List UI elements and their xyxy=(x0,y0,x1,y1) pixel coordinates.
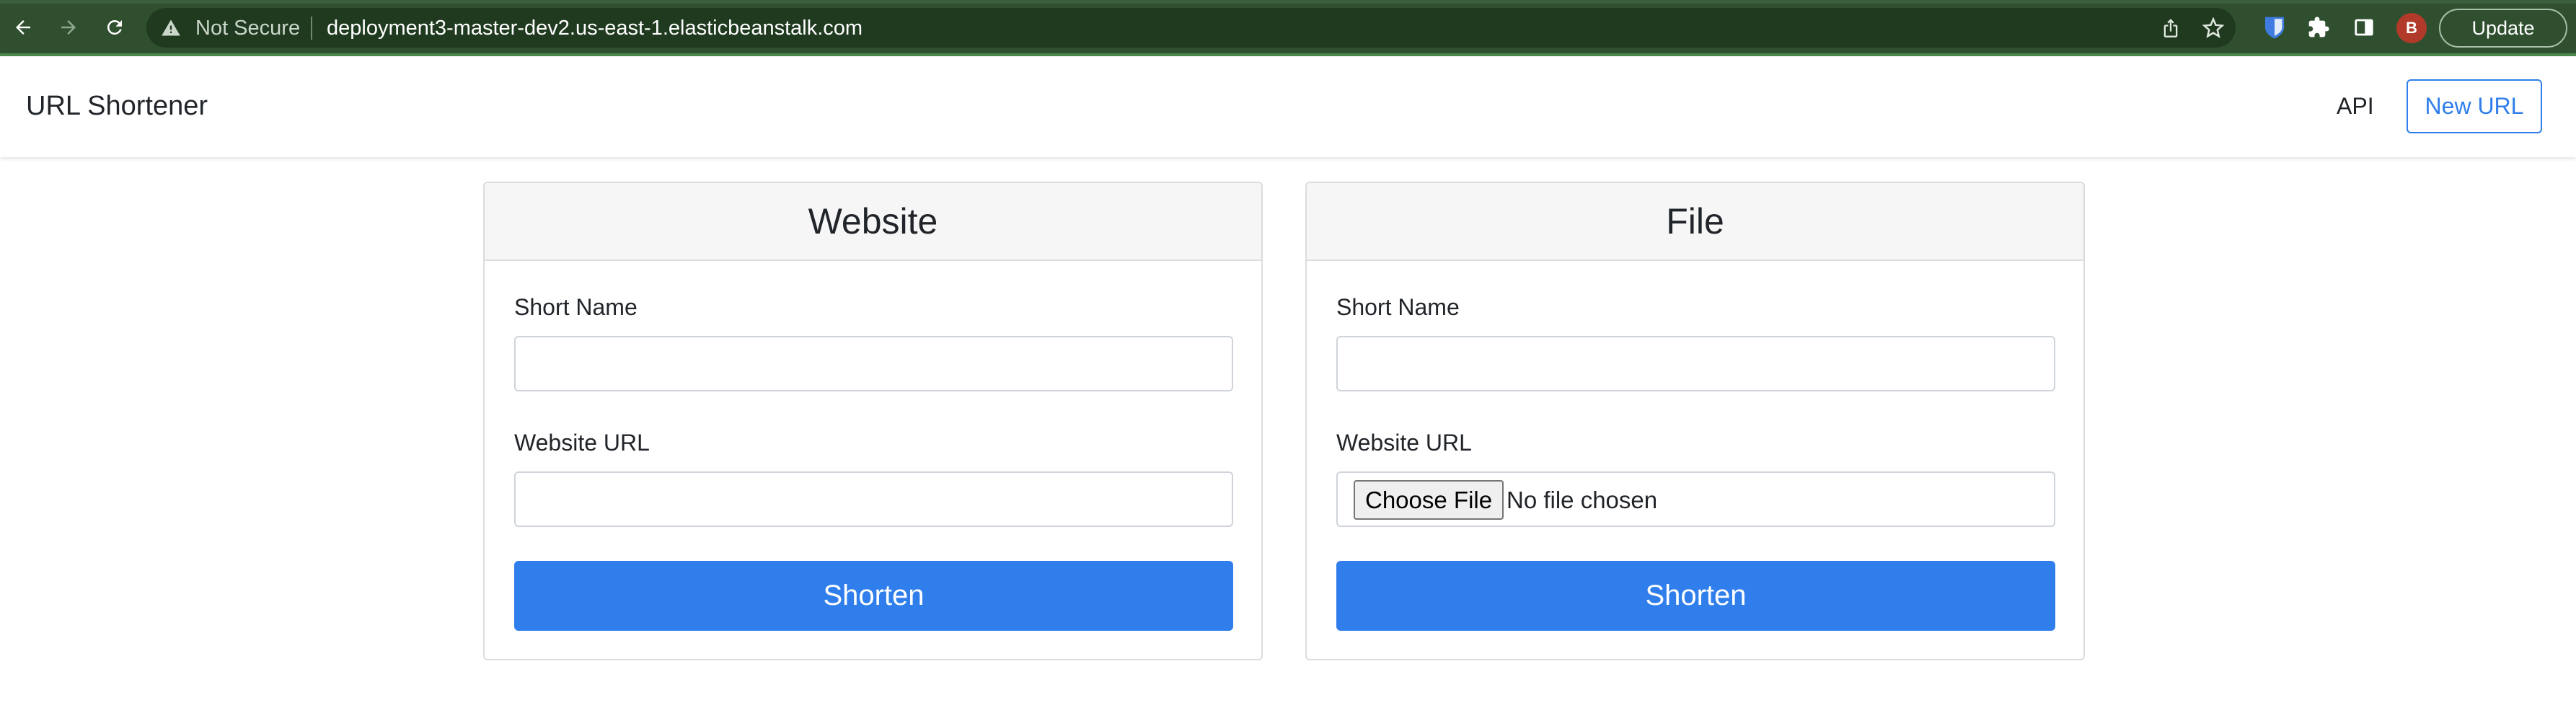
website-card-title: Website xyxy=(485,183,1261,261)
bitwarden-icon[interactable] xyxy=(2261,14,2288,41)
short-name-input[interactable] xyxy=(514,336,1233,391)
extensions-icon[interactable] xyxy=(2305,14,2332,41)
side-panel-icon[interactable] xyxy=(2350,14,2378,41)
website-card: Website Short Name Website URL Shorten xyxy=(483,182,1263,660)
new-url-button[interactable]: New URL xyxy=(2407,79,2542,133)
file-short-name-label: Short Name xyxy=(1336,294,1460,320)
browser-toolbar: Not Secure deployment3-master-dev2.us-ea… xyxy=(0,0,2576,56)
file-short-name-input[interactable] xyxy=(1336,336,2055,391)
update-button[interactable]: Update xyxy=(2439,9,2567,48)
shorten-file-button[interactable]: Shorten xyxy=(1336,561,2055,631)
url-text[interactable]: deployment3-master-dev2.us-east-1.elasti… xyxy=(327,17,863,40)
back-icon[interactable] xyxy=(9,13,38,42)
short-name-label: Short Name xyxy=(514,294,638,320)
app-navbar: URL Shortener API New URL xyxy=(0,56,2576,157)
file-card: File Short Name Website URL Choose File … xyxy=(1305,182,2085,660)
reload-icon[interactable] xyxy=(100,13,129,42)
address-separator xyxy=(311,17,312,40)
file-status-text: No file chosen xyxy=(1507,487,1658,513)
share-icon[interactable] xyxy=(2159,17,2182,40)
address-bar[interactable]: Not Secure deployment3-master-dev2.us-ea… xyxy=(146,8,2236,48)
file-input[interactable]: Choose File No file chosen xyxy=(1336,471,2055,527)
profile-avatar[interactable]: B xyxy=(2396,13,2427,43)
file-url-label: Website URL xyxy=(1336,430,1472,456)
website-url-input[interactable] xyxy=(514,471,1233,527)
shorten-website-button[interactable]: Shorten xyxy=(514,561,1233,631)
forward-icon[interactable] xyxy=(54,13,83,42)
api-link[interactable]: API xyxy=(2337,93,2374,120)
warning-icon[interactable] xyxy=(161,18,181,38)
website-url-label: Website URL xyxy=(514,430,650,456)
file-card-title: File xyxy=(1307,183,2083,261)
security-status[interactable]: Not Secure xyxy=(195,17,300,40)
tab-strip-edge xyxy=(0,0,2576,4)
choose-file-button[interactable]: Choose File xyxy=(1354,480,1504,520)
brand-title[interactable]: URL Shortener xyxy=(26,91,208,122)
bookmark-star-icon[interactable] xyxy=(2202,17,2225,40)
